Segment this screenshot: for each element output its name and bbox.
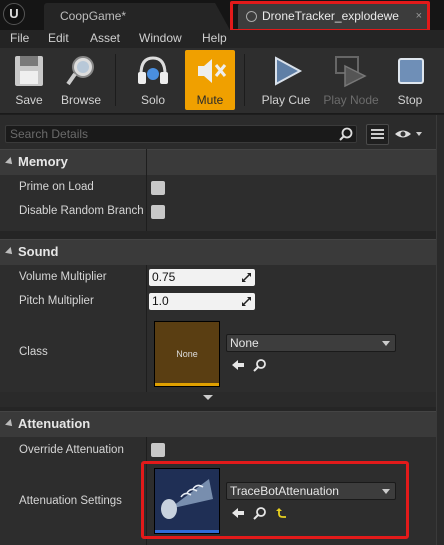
attenuation-settings-label: Attenuation Settings (19, 495, 122, 507)
class-value: None (230, 336, 259, 350)
view-options-button[interactable] (366, 124, 389, 145)
disable-random-branch-label: Disable Random Branch C (19, 205, 146, 217)
column-splitter[interactable] (146, 437, 147, 545)
attenuation-settings-dropdown[interactable]: TraceBotAttenuation (226, 482, 396, 500)
arrow-left-icon[interactable] (231, 506, 245, 520)
attenuation-settings-value: TraceBotAttenuation (230, 484, 339, 498)
toolbar-separator (115, 54, 116, 106)
pitch-multiplier-value: 1.0 (152, 294, 169, 308)
save-button[interactable]: Save (6, 50, 52, 110)
tab-label: CoopGame* (60, 9, 127, 23)
solo-icon (138, 56, 168, 84)
toolbar: Save Browse Solo Mute Play Cue Play Node… (0, 48, 444, 114)
pitch-multiplier-label: Pitch Multiplier (19, 295, 94, 307)
stop-icon (398, 58, 424, 84)
tab-dronetracker[interactable]: DroneTracker_explodewe × (238, 3, 430, 30)
pitch-multiplier-field[interactable]: 1.0 (149, 293, 255, 310)
collapse-icon (5, 247, 15, 257)
volume-multiplier-field[interactable]: 0.75 (149, 269, 255, 286)
category-sound[interactable]: Sound (0, 239, 444, 265)
menu-edit[interactable]: Edit (48, 31, 69, 45)
menu-help[interactable]: Help (202, 31, 227, 45)
mute-button[interactable]: Mute (185, 50, 235, 110)
drag-handle-icon (242, 273, 251, 282)
menu-window[interactable]: Window (139, 31, 182, 45)
collapse-icon (5, 419, 15, 429)
drag-handle-icon (242, 297, 251, 306)
play-cue-icon (275, 56, 303, 86)
save-label: Save (15, 93, 43, 107)
browse-label: Browse (60, 93, 101, 107)
details-panel: Search Details Memory Prime on Load Disa… (0, 115, 444, 545)
class-dropdown[interactable]: None (226, 334, 396, 352)
chevron-down-icon (382, 489, 390, 494)
override-attenuation-checkbox[interactable] (151, 443, 165, 457)
category-attenuation[interactable]: Attenuation (0, 411, 444, 437)
category-title: Attenuation (18, 416, 91, 431)
expand-chevron-icon (203, 395, 213, 400)
volume-multiplier-label: Volume Multiplier (19, 271, 107, 283)
play-cue-label: Play Cue (261, 93, 311, 107)
reset-icon[interactable] (275, 506, 289, 520)
browse-button[interactable]: Browse (56, 50, 106, 110)
tab-label: DroneTracker_explodewe (262, 9, 399, 23)
browse-icon (66, 56, 94, 86)
details-search-row: Search Details (0, 115, 444, 153)
menu-asset[interactable]: Asset (90, 31, 120, 45)
chevron-down-icon (382, 341, 390, 346)
class-thumbnail[interactable]: None (154, 321, 220, 387)
mute-icon (198, 59, 227, 83)
close-tab-icon[interactable]: × (416, 3, 422, 29)
stop-label: Stop (397, 93, 423, 107)
column-splitter[interactable] (146, 149, 147, 231)
category-title: Sound (18, 244, 59, 259)
menu-bar: File Edit Asset Window Help (0, 30, 444, 48)
magnifier-icon[interactable] (253, 358, 267, 372)
eye-icon[interactable] (394, 127, 424, 141)
toolbar-separator (244, 54, 245, 106)
class-thumbnail-text: None (176, 349, 198, 359)
override-attenuation-label: Override Attenuation (19, 444, 124, 456)
unreal-logo-icon[interactable]: U (3, 3, 25, 25)
class-label: Class (19, 346, 48, 358)
advanced-expander[interactable] (0, 392, 444, 407)
stop-button[interactable]: Stop (390, 50, 430, 110)
disable-random-branch-checkbox[interactable] (151, 205, 165, 219)
class-thumbnail-bar (155, 383, 219, 386)
search-icon[interactable] (339, 127, 353, 141)
category-memory[interactable]: Memory (0, 149, 444, 175)
category-title: Memory (18, 154, 68, 169)
mute-label: Mute (196, 93, 224, 107)
play-cue-button[interactable]: Play Cue (258, 50, 314, 110)
play-node-button[interactable]: Play Node (320, 50, 382, 110)
prime-on-load-label: Prime on Load (19, 181, 94, 193)
arrow-left-icon[interactable] (231, 358, 245, 372)
scrollbar[interactable] (436, 115, 444, 545)
search-input[interactable]: Search Details (5, 125, 357, 143)
play-node-label: Play Node (323, 93, 379, 107)
collapse-icon (5, 157, 15, 167)
search-placeholder: Search Details (10, 127, 89, 141)
attenuation-thumbnail[interactable] (154, 468, 220, 534)
volume-multiplier-value: 0.75 (152, 270, 176, 284)
view-options-icon (371, 129, 384, 139)
attenuation-thumbnail-bar (155, 530, 219, 533)
menu-file[interactable]: File (10, 31, 29, 45)
play-node-icon (335, 56, 367, 88)
attenuation-cone-icon (161, 479, 213, 519)
magnifier-icon[interactable] (253, 506, 267, 520)
solo-button[interactable]: Solo (128, 50, 178, 110)
prime-on-load-checkbox[interactable] (151, 181, 165, 195)
tab-bar: U CoopGame* DroneTracker_explodewe × (0, 0, 444, 32)
column-splitter[interactable] (146, 265, 147, 392)
tab-coopgame[interactable]: CoopGame* (44, 3, 230, 30)
sound-cue-icon (246, 11, 257, 22)
solo-label: Solo (140, 93, 166, 107)
save-icon (15, 56, 43, 86)
